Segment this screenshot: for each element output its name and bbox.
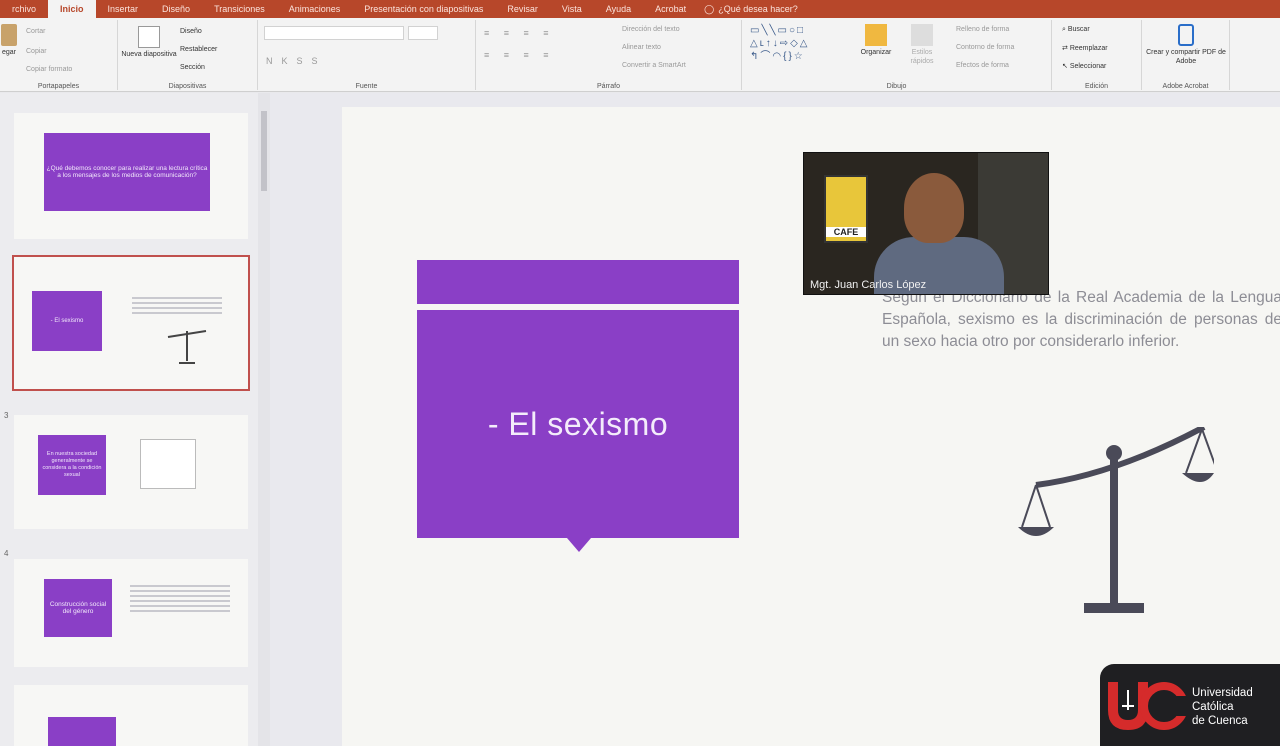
participant-name: Mgt. Juan Carlos López: [810, 279, 927, 291]
group-parrafo: ≡ ≡ ≡ ≡ ≡ ≡ ≡ ≡ Dirección del texto Alin…: [476, 20, 742, 90]
callout-pointer: [567, 538, 591, 552]
group-dibujo: ▭╲╲▭○□ △ʟ↑↓⇨◇△ ↰⌒◠{}☆ Organizar Estilos rá…: [742, 20, 1052, 90]
title-callout-shape[interactable]: - El sexismo: [417, 310, 739, 538]
tab-insertar[interactable]: Insertar: [96, 0, 151, 18]
thumbnail-title: ¿Qué debemos conocer para realizar una l…: [44, 133, 210, 211]
arrange-button[interactable]: Organizar: [854, 24, 898, 57]
shape-outline-button[interactable]: Contorno de forma: [956, 44, 1014, 51]
video-call-overlay[interactable]: CAFE Mgt. Juan Carlos López: [803, 152, 1049, 295]
tab-inicio[interactable]: Inicio: [48, 0, 96, 18]
group-label: Diapositivas: [168, 83, 207, 90]
select-button[interactable]: ↖ Seleccionar: [1062, 62, 1106, 70]
tab-vista[interactable]: Vista: [550, 0, 594, 18]
reset-button[interactable]: Restablecer: [180, 46, 217, 53]
quick-styles-button[interactable]: Estilos rápidos: [902, 24, 942, 66]
slide-title[interactable]: - El sexismo: [488, 406, 668, 443]
slide-editor-canvas: - El sexismo Según el Diccionario de la …: [270, 93, 1280, 746]
align-text-button[interactable]: Alinear texto: [622, 44, 661, 51]
quick-styles-icon: [911, 24, 933, 46]
cut-button[interactable]: Cortar: [26, 28, 45, 35]
smartart-button[interactable]: Convertir a SmartArt: [622, 62, 686, 69]
ucacue-logo-mark: [1108, 682, 1188, 730]
clipboard-icon: [1, 24, 17, 46]
tab-ayuda[interactable]: Ayuda: [594, 0, 643, 18]
section-button[interactable]: Sección: [180, 64, 205, 71]
thumbnail-text-lines: [130, 585, 230, 615]
group-label: Edición: [1085, 83, 1108, 90]
tab-transiciones[interactable]: Transiciones: [202, 0, 277, 18]
group-label: Fuente: [355, 83, 378, 90]
thumbnail-title: En nuestra sociedad generalmente se cons…: [38, 435, 106, 495]
slide-number: 4: [4, 549, 9, 558]
ribbon: egar Cortar Copiar Copiar formato Portap…: [0, 18, 1280, 92]
participant-face: [904, 173, 964, 243]
new-slide-button[interactable]: Nueva diapositiva: [120, 26, 178, 59]
thumbnail-text-lines: [132, 297, 222, 317]
scrollbar-thumb[interactable]: [261, 111, 267, 191]
tab-presentacion[interactable]: Presentación con diapositivas: [352, 0, 495, 18]
list-buttons[interactable]: ≡ ≡ ≡ ≡: [484, 28, 555, 38]
align-buttons[interactable]: ≡ ≡ ≡ ≡: [484, 50, 555, 60]
group-fuente: NKSS Fuente: [258, 20, 476, 90]
shape-fill-button[interactable]: Relleno de forma: [956, 26, 1009, 33]
thumbnail-scrollbar[interactable]: [258, 93, 270, 746]
thumbnail-title: Construcción social del género: [44, 579, 112, 637]
shapes-gallery[interactable]: ▭╲╲▭○□ △ʟ↑↓⇨◇△ ↰⌒◠{}☆: [750, 24, 810, 63]
text-direction-button[interactable]: Dirección del texto: [622, 26, 680, 33]
shape-effects-button[interactable]: Efectos de forma: [956, 62, 1009, 69]
group-portapapeles: egar Cortar Copiar Copiar formato Portap…: [0, 20, 118, 90]
arrange-icon: [865, 24, 887, 46]
slide-thumbnail-1[interactable]: ¿Qué debemos conocer para realizar una l…: [14, 113, 248, 239]
slide-number: 3: [4, 411, 9, 420]
font-family-select[interactable]: [264, 26, 404, 40]
group-edicion: ⌕ Buscar ⇄ Reemplazar ↖ Seleccionar Edic…: [1052, 20, 1142, 90]
scale-icon: [167, 330, 207, 364]
tab-archivo[interactable]: rchivo: [0, 0, 48, 18]
scale-icon: [1018, 427, 1214, 613]
tab-acrobat[interactable]: Acrobat: [643, 0, 698, 18]
tell-me-text: ¿Qué desea hacer?: [718, 4, 798, 14]
title-bar-shape[interactable]: [417, 260, 739, 304]
find-button[interactable]: ⌕ Buscar: [1062, 26, 1090, 34]
font-size-select[interactable]: [408, 26, 438, 40]
lightbulb-icon: ◯: [704, 3, 715, 14]
replace-button[interactable]: ⇄ Reemplazar: [1062, 44, 1108, 52]
slide-thumbnail-pane: ¿Qué debemos conocer para realizar una l…: [0, 93, 258, 746]
new-slide-icon: [138, 26, 160, 48]
thumbnail-image: [140, 439, 196, 489]
format-painter-button[interactable]: Copiar formato: [26, 66, 72, 73]
group-label: Portapapeles: [37, 83, 80, 90]
paste-button[interactable]: egar: [0, 24, 18, 57]
tab-animaciones[interactable]: Animaciones: [277, 0, 353, 18]
group-diapositivas: Nueva diapositiva Diseño Restablecer Sec…: [118, 20, 258, 90]
thumbnail-box: [48, 717, 116, 746]
cafe-sign: CAFE: [824, 175, 868, 243]
tab-revisar[interactable]: Revisar: [495, 0, 550, 18]
group-label: Adobe Acrobat: [1162, 83, 1209, 90]
group-label: Dibujo: [886, 83, 907, 90]
definition-text[interactable]: Según el Diccionario de la Real Academia…: [882, 287, 1280, 353]
slide-thumbnail-5[interactable]: [14, 685, 248, 746]
pdf-icon: [1178, 24, 1194, 46]
layout-button[interactable]: Diseño: [180, 28, 202, 35]
copy-button[interactable]: Copiar: [26, 48, 47, 55]
university-logo: Universidad Católica de Cuenca: [1100, 664, 1280, 746]
group-label: Párrafo: [597, 83, 620, 90]
slide-thumbnail-3[interactable]: En nuestra sociedad generalmente se cons…: [14, 415, 248, 529]
cafe-sign-text: CAFE: [826, 227, 866, 237]
font-format-buttons[interactable]: NKSS: [266, 56, 327, 66]
tab-diseno[interactable]: Diseño: [150, 0, 202, 18]
group-adobe: Crear y compartir PDF de Adobe Adobe Acr…: [1142, 20, 1230, 90]
ribbon-tab-bar: rchivo Inicio Insertar Diseño Transicion…: [0, 0, 1280, 18]
create-pdf-button[interactable]: Crear y compartir PDF de Adobe: [1146, 24, 1226, 66]
thumbnail-title: - El sexismo: [32, 291, 102, 351]
logo-text: Universidad Católica de Cuenca: [1192, 687, 1253, 727]
slide-thumbnail-2[interactable]: - El sexismo: [12, 255, 250, 391]
tell-me-box[interactable]: ◯ ¿Qué desea hacer?: [704, 4, 798, 15]
slide-thumbnail-4[interactable]: Construcción social del género: [14, 559, 248, 667]
